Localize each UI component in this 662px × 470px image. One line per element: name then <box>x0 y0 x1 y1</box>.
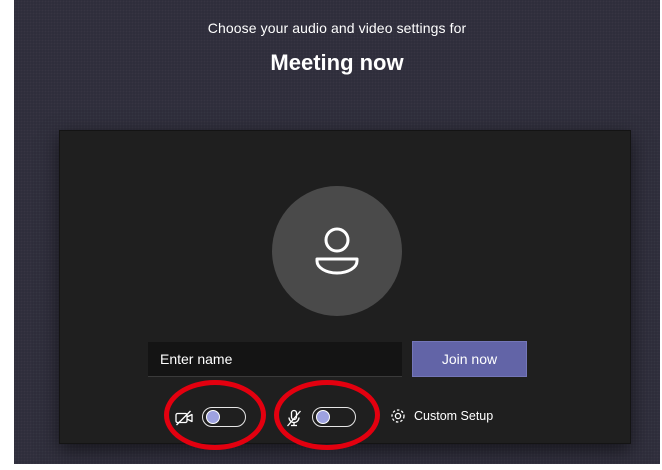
microphone-toggle-knob <box>316 410 330 424</box>
camera-toggle-knob <box>206 410 220 424</box>
microphone-toggle[interactable] <box>312 407 356 427</box>
pre-join-screen: Choose your audio and video settings for… <box>14 0 660 464</box>
name-input[interactable] <box>148 342 402 377</box>
settings-subtitle: Choose your audio and video settings for <box>207 20 467 36</box>
camera-toggle[interactable] <box>202 407 246 427</box>
custom-setup-button[interactable]: Custom Setup <box>388 405 493 427</box>
avatar <box>272 186 402 316</box>
meeting-title: Meeting now <box>270 50 404 75</box>
person-icon <box>315 227 359 275</box>
join-now-button[interactable]: Join now <box>412 341 527 377</box>
microphone-off-icon[interactable] <box>284 408 304 428</box>
gear-icon <box>391 409 405 423</box>
camera-off-icon[interactable] <box>174 408 194 428</box>
video-preview-panel: Join now Custom Setup <box>59 130 631 444</box>
custom-setup-label: Custom Setup <box>414 409 494 423</box>
